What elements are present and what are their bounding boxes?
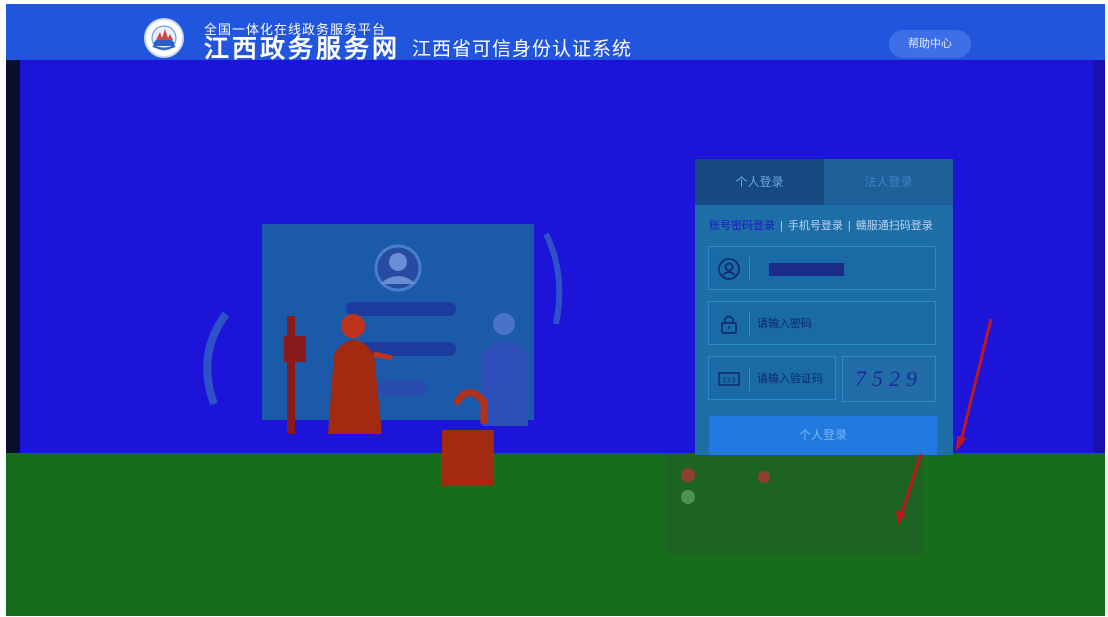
annotation-arrow-lower [899, 453, 923, 517]
annotation-arrowhead-lower [896, 511, 906, 525]
annotation-arrows [896, 318, 993, 525]
annotation-arrow-upper [959, 318, 993, 442]
page-frame: 全国一体化在线政务服务平台 江西政务服务网 江西省可信身份认证系统 帮助中心 个… [6, 4, 1105, 616]
annotation-arrowhead-upper [956, 436, 967, 451]
